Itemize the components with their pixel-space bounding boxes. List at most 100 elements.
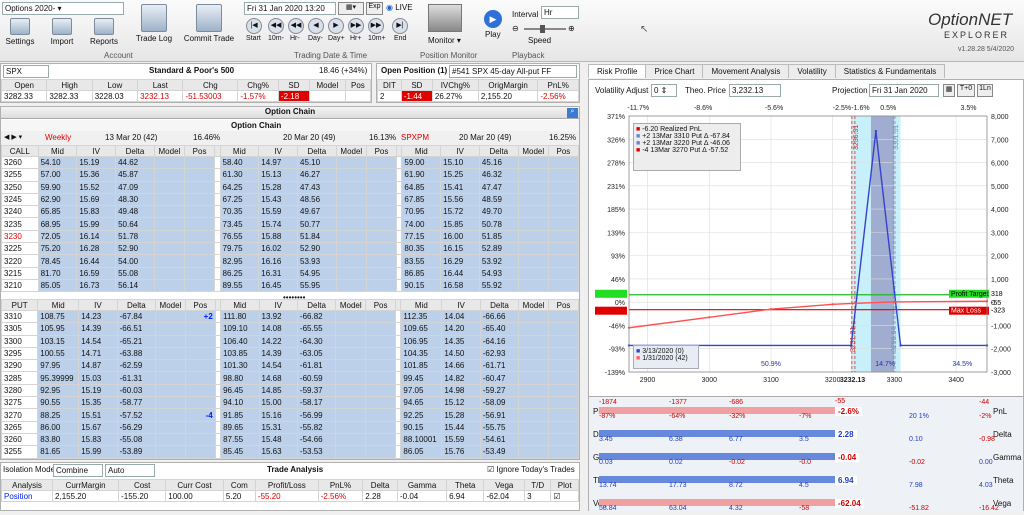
t0-button[interactable]: T+0 [957,84,975,97]
pos-cell[interactable] [547,217,580,231]
pos-cell[interactable] [183,266,216,280]
fwd-10m-icon[interactable]: ▶▶ [368,18,384,34]
settings-button[interactable]: Settings [0,18,40,46]
pos-cell[interactable] [184,322,216,336]
tab-price-chart[interactable]: Price Chart [645,64,704,78]
speed-slider[interactable]: ⊖ ⊕ [512,24,576,33]
pos-cell[interactable] [183,192,216,207]
mid-cell[interactable]: 89.55 [219,278,260,293]
pos-cell[interactable] [365,432,397,447]
pos-cell[interactable] [547,205,580,219]
mid-cell[interactable]: 77.15 [401,229,442,244]
mid-cell[interactable]: 57.00 [37,168,78,182]
mid-cell[interactable]: 108.75 [37,309,80,324]
mid-cell[interactable]: 109.10 [220,322,260,336]
pos-cell[interactable] [548,309,579,324]
position-select[interactable]: #541 SPX 45-day All-put FF [449,65,577,78]
mid-cell[interactable]: 58.40 [219,155,260,170]
pos-cell[interactable] [548,334,579,348]
put-row[interactable]: 3305 105.95 14.39 -66.51 109.10 14.08 -65.55 10… [0,322,579,336]
put-row[interactable]: 3290 97.95 14.87 -62.59 101.30 14.54 -61.81 101… [0,359,579,373]
call-row[interactable]: 3250 59.90 15.52 47.09 64.25 15.28 47.43 64.85 1… [1,180,580,194]
mid-cell[interactable]: 83.55 [401,254,442,268]
mid-cell[interactable]: 64.25 [219,180,260,194]
mid-cell[interactable]: 85.05 [37,278,78,293]
mid-cell[interactable]: 86.00 [37,420,80,434]
mid-cell[interactable]: 59.00 [401,155,442,170]
pos-cell[interactable] [548,432,579,447]
mid-cell[interactable]: 88.10001 [400,432,443,447]
mid-cell[interactable]: 97.95 [37,359,80,373]
put-row[interactable]: 3265 86.00 15.67 -56.29 89.65 15.31 -55.82 90.1… [0,420,579,434]
pos-cell[interactable] [365,309,397,324]
mid-cell[interactable]: 81.70 [37,266,78,280]
call-row[interactable]: 3210 85.05 16.73 56.14 89.55 16.45 55.95 90.15 1… [1,278,580,293]
pos-cell[interactable] [547,192,580,207]
start-icon[interactable]: |◀ [246,18,262,34]
mid-cell[interactable]: 62.90 [37,192,78,207]
pos-cell[interactable] [184,432,216,447]
chain-nav-icons[interactable]: ◀ ▶ ▾ [4,133,22,141]
call-row[interactable]: 3245 62.90 15.69 48.30 67.25 15.43 48.56 67.85 1… [1,192,580,207]
mid-cell[interactable]: 65.85 [37,205,78,219]
ignore-checkbox[interactable]: ☑ Ignore Today's Trades [487,465,575,474]
trade-log-button[interactable]: Trade Log [132,4,176,43]
put-row[interactable]: 3310 108.75 14.23 -67.84 +2 111.80 13.92 -66.82… [0,309,579,324]
back-day-icon[interactable]: ◀ [308,18,324,34]
mid-cell[interactable]: 92.25 [400,408,443,422]
chain-search-icon[interactable]: ⌕ [567,108,578,118]
mid-cell[interactable]: 59.90 [37,180,78,194]
pos-cell[interactable] [183,168,216,182]
theo-price-field[interactable]: 3,232.13 [729,84,781,97]
play-icon[interactable]: ▶ [484,10,502,28]
mid-cell[interactable]: 105.95 [37,322,80,336]
tab-volatility[interactable]: Volatility [788,64,836,78]
mid-cell[interactable]: 95.39999 [37,371,80,385]
pos-cell[interactable] [183,278,216,293]
pos-cell[interactable] [365,168,398,182]
live-toggle[interactable]: ◉ LIVE [386,3,413,12]
tab-statistics[interactable]: Statistics & Fundamentals [834,64,946,78]
pos-cell[interactable] [365,217,398,231]
mid-cell[interactable]: 91.85 [220,408,260,422]
mid-cell[interactable]: 112.35 [400,309,443,324]
pos-cell[interactable] [183,242,216,256]
mid-cell[interactable]: 111.80 [220,309,260,324]
pos-cell[interactable] [548,396,579,410]
td-analysis[interactable]: Position [0,490,54,502]
pos-cell[interactable] [548,346,579,361]
call-row[interactable]: 3255 57.00 15.36 45.87 61.30 15.13 46.27 61.90 1… [1,168,580,182]
mid-cell[interactable]: 86.05 [400,445,443,459]
pos-cell[interactable] [548,322,579,336]
pos-cell[interactable] [184,371,216,385]
call-row[interactable]: 3230 72.05 16.14 51.78 76.55 15.88 51.84 77.15 1… [1,229,580,244]
pos-cell[interactable] [183,205,216,219]
monitor-button[interactable]: Monitor ▾ [428,36,461,45]
pos-cell[interactable] [183,155,216,170]
pos-cell[interactable] [183,217,216,231]
mid-cell[interactable]: 61.90 [401,168,442,182]
mid-cell[interactable]: 54.10 [37,155,78,170]
mid-cell[interactable]: 78.45 [37,254,78,268]
mid-cell[interactable]: 96.45 [220,383,260,398]
pos-cell[interactable] [184,383,216,398]
mid-cell[interactable]: 90.15 [400,420,443,434]
pos-cell[interactable]: +2 [184,309,216,324]
pos-cell[interactable] [365,266,398,280]
pos-cell[interactable] [547,229,580,244]
interval-select[interactable]: Hr [541,6,579,19]
back-hr-icon[interactable]: ◀◀ [288,18,304,34]
mid-cell[interactable]: 72.05 [37,229,78,244]
calendar-button[interactable]: ▦▾ [338,2,364,15]
pos-cell[interactable] [547,266,580,280]
mid-cell[interactable]: 103.15 [37,334,80,348]
pos-cell[interactable] [365,242,398,256]
pos-cell[interactable] [547,180,580,194]
pos-cell[interactable] [365,180,398,194]
reports-button[interactable]: Reports [84,18,124,46]
mid-cell[interactable]: 98.80 [220,371,260,385]
vol-adjust-field[interactable]: 0 ⇕ [651,84,677,97]
commit-trade-button[interactable]: Commit Trade [182,4,236,43]
mid-cell[interactable]: 76.55 [219,229,260,244]
mid-cell[interactable]: 106.40 [220,334,260,348]
